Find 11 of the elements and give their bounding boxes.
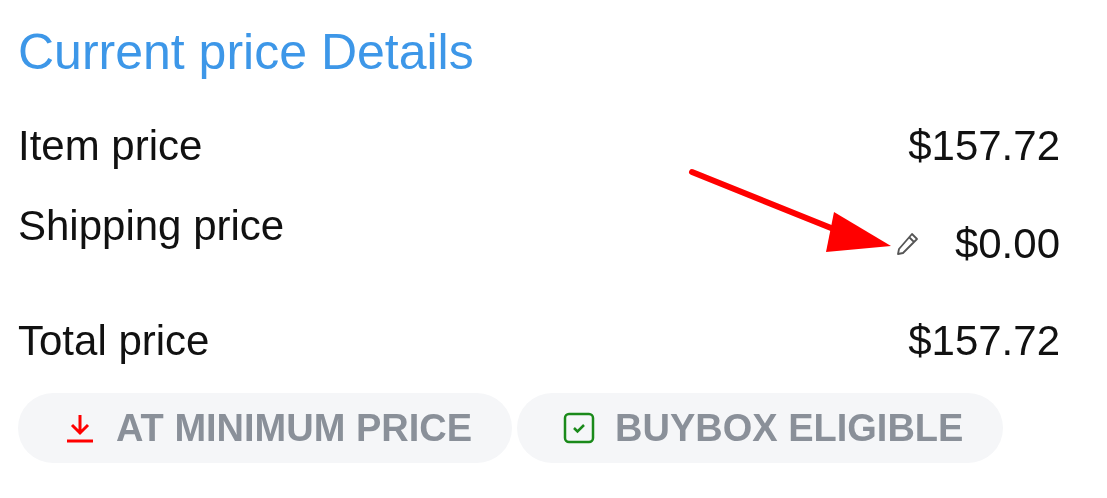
download-icon bbox=[64, 412, 96, 444]
price-label: Total price bbox=[18, 319, 210, 363]
price-value: $157.72 bbox=[908, 124, 1060, 168]
checkbox-icon bbox=[563, 412, 596, 444]
price-value: $157.72 bbox=[908, 319, 1060, 363]
section-title: Current price Details bbox=[18, 23, 475, 82]
price-label: Item price bbox=[18, 124, 203, 168]
badge-label: AT MINIMUM PRICE bbox=[116, 406, 473, 450]
price-value: $0.00 bbox=[954, 222, 1060, 266]
price-label: Shipping price bbox=[18, 204, 285, 248]
badge-label: BUYBOX ELIGIBLE bbox=[615, 406, 964, 450]
